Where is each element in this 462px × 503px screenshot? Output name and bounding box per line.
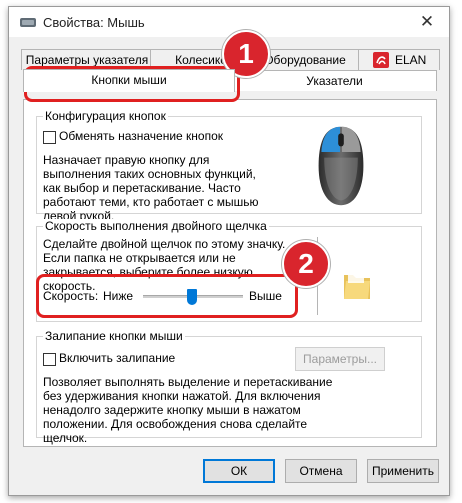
group-click-lock-title: Залипание кнопки мыши [43,329,185,343]
swap-buttons-checkbox[interactable] [43,131,56,144]
click-lock-settings-button[interactable]: Параметры... [295,347,385,371]
tab-panel-buttons: Конфигурация кнопок Обменять назначение … [23,99,437,447]
mouse-illustration-icon [318,126,364,206]
tab-buttons[interactable]: Кнопки мыши [23,69,235,92]
highlight-speed-slider [36,274,298,318]
mouse-properties-window: Свойства: Мышь ✕ Параметры указателя Кол… [8,6,450,496]
double-click-description-line-1: Сделайте двойной щелчок по этому значку. [43,237,286,251]
tab-hardware-label: Оборудование [264,53,346,67]
swap-buttons-label[interactable]: Обменять назначение кнопок [59,129,223,143]
window-title: Свойства: Мышь [43,15,145,30]
click-lock-description: Позволяет выполнять выделение и перетаск… [43,375,333,445]
cancel-button[interactable]: Отмена [285,459,357,483]
step-badge-2: 2 [282,240,330,288]
tab-pointers-label: Указатели [306,74,363,88]
click-lock-label[interactable]: Включить залипание [59,351,175,365]
group-button-config: Конфигурация кнопок Обменять назначение … [36,109,422,223]
tab-pointer-options-label: Параметры указателя [25,53,149,67]
click-lock-checkbox[interactable] [43,353,56,366]
group-button-config-title: Конфигурация кнопок [43,109,168,123]
group-double-click-title: Скорость выполнения двойного щелчка [43,219,269,233]
tab-elan-label: ELAN [395,53,427,67]
tab-elan[interactable]: ELAN [358,49,440,70]
test-folder-area[interactable] [317,237,414,315]
tab-wheel-label: Колесико [175,53,227,67]
tab-pointers[interactable]: Указатели [232,70,437,91]
folder-icon [344,273,370,299]
apply-button[interactable]: Применить [367,459,439,483]
button-config-description: Назначает правую кнопку для выполнения т… [43,153,259,223]
title-bar: Свойства: Мышь ✕ [9,7,449,37]
tab-buttons-label: Кнопки мыши [91,73,167,87]
close-button[interactable]: ✕ [409,9,445,35]
group-click-lock: Залипание кнопки мыши Включить залипание… [36,329,422,445]
mouse-app-icon [20,18,36,27]
double-click-description-line-2: Если папка не открывается или не [43,251,236,265]
ok-button[interactable]: ОК [203,459,275,483]
elan-icon [373,52,389,68]
